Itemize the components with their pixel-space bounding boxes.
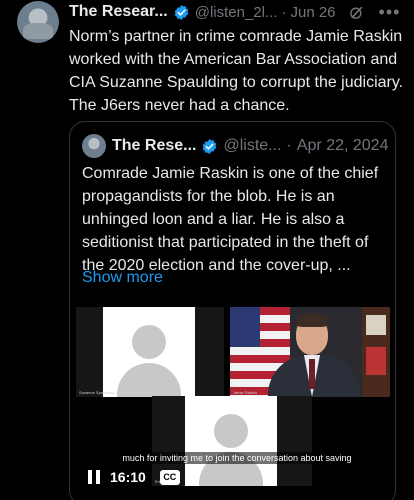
display-name[interactable]: The Resear... [69,3,168,21]
quote-header: The Rese... @liste... · Apr 22, 2024 [82,134,389,158]
show-more-link[interactable]: Show more [82,269,163,287]
quote-display-name: The Rese... [112,137,197,154]
pause-icon[interactable] [88,470,100,484]
tweet-header: The Resear... @listen_2l... · Jun 26 ••• [69,2,409,22]
quote-handle: @liste... [223,137,282,154]
quote-timestamp: Apr 22, 2024 [296,137,389,154]
quote-avatar [82,134,106,158]
timestamp[interactable]: Jun 26 [290,4,335,21]
video-participant-tile: Suzanne Spaulding, CSIS [76,307,224,397]
video-controls: 16:10 CC [88,466,180,488]
bookshelf-image [362,307,390,397]
avatar[interactable] [17,1,59,43]
video-caption: much for inviting me to join the convers… [107,452,367,464]
video-participant-tile: Jamie Raskin [230,307,390,397]
cc-icon[interactable]: CC [159,469,180,485]
quoted-tweet[interactable]: The Rese... @liste... · Apr 22, 2024 Com… [69,121,396,500]
quote-text: Comrade Jamie Raskin is one of the chief… [82,165,379,274]
user-placeholder-image [185,396,277,486]
user-placeholder-image [103,307,195,397]
video-timestamp: 16:10 [110,469,146,485]
tweet-text: Norm’s partner in crime comrade Jamie Ra… [69,28,404,114]
verified-badge-icon [174,4,188,20]
tweet[interactable]: The Resear... @listen_2l... · Jun 26 •••… [0,0,414,500]
separator-dot: · [286,137,292,154]
verified-badge-icon [203,138,217,154]
grok-icon[interactable] [348,4,365,21]
video-player[interactable]: Suzanne Spaulding, CSIS Jamie Raskin Eri… [70,304,395,500]
separator-dot: · [281,3,287,21]
participant-label: Suzanne Spaulding, CSIS [79,390,126,395]
participant-label: Jamie Raskin [233,390,258,395]
more-icon[interactable]: ••• [379,3,401,21]
handle[interactable]: @listen_2l... [195,4,278,21]
